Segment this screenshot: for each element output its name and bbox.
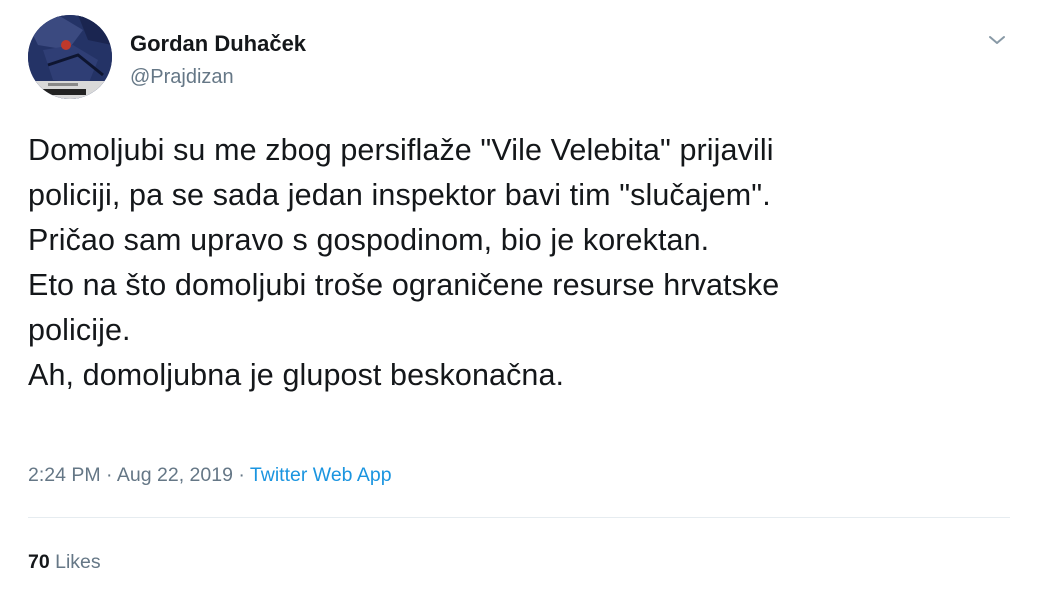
avatar-image xyxy=(28,15,112,99)
display-name[interactable]: Gordan Duhaček xyxy=(130,30,306,58)
tweet-date[interactable]: Aug 22, 2019 xyxy=(117,464,233,486)
tweet-text: Domoljubi su me zbog persiflaže "Vile Ve… xyxy=(28,133,780,392)
meta-separator: · xyxy=(106,464,113,486)
tweet-time[interactable]: 2:24 PM xyxy=(28,464,101,486)
divider xyxy=(28,517,1010,518)
tweet-source-link[interactable]: Twitter Web App xyxy=(250,464,392,486)
likes-count: 70 xyxy=(28,551,50,573)
likes-stat[interactable]: 70 Likes xyxy=(28,549,101,575)
tweet-meta: 2:24 PM · Aug 22, 2019 · Twitter Web App xyxy=(28,462,392,488)
user-handle[interactable]: @Prajdizan xyxy=(130,64,306,90)
chevron-down-icon[interactable] xyxy=(986,32,1008,48)
likes-label: Likes xyxy=(55,551,101,573)
tweet-card: Gordan Duhaček @Prajdizan Domoljubi su m… xyxy=(0,0,1038,600)
meta-separator: · xyxy=(238,464,245,486)
user-info: Gordan Duhaček @Prajdizan xyxy=(130,30,306,90)
profile-avatar[interactable] xyxy=(28,15,112,99)
